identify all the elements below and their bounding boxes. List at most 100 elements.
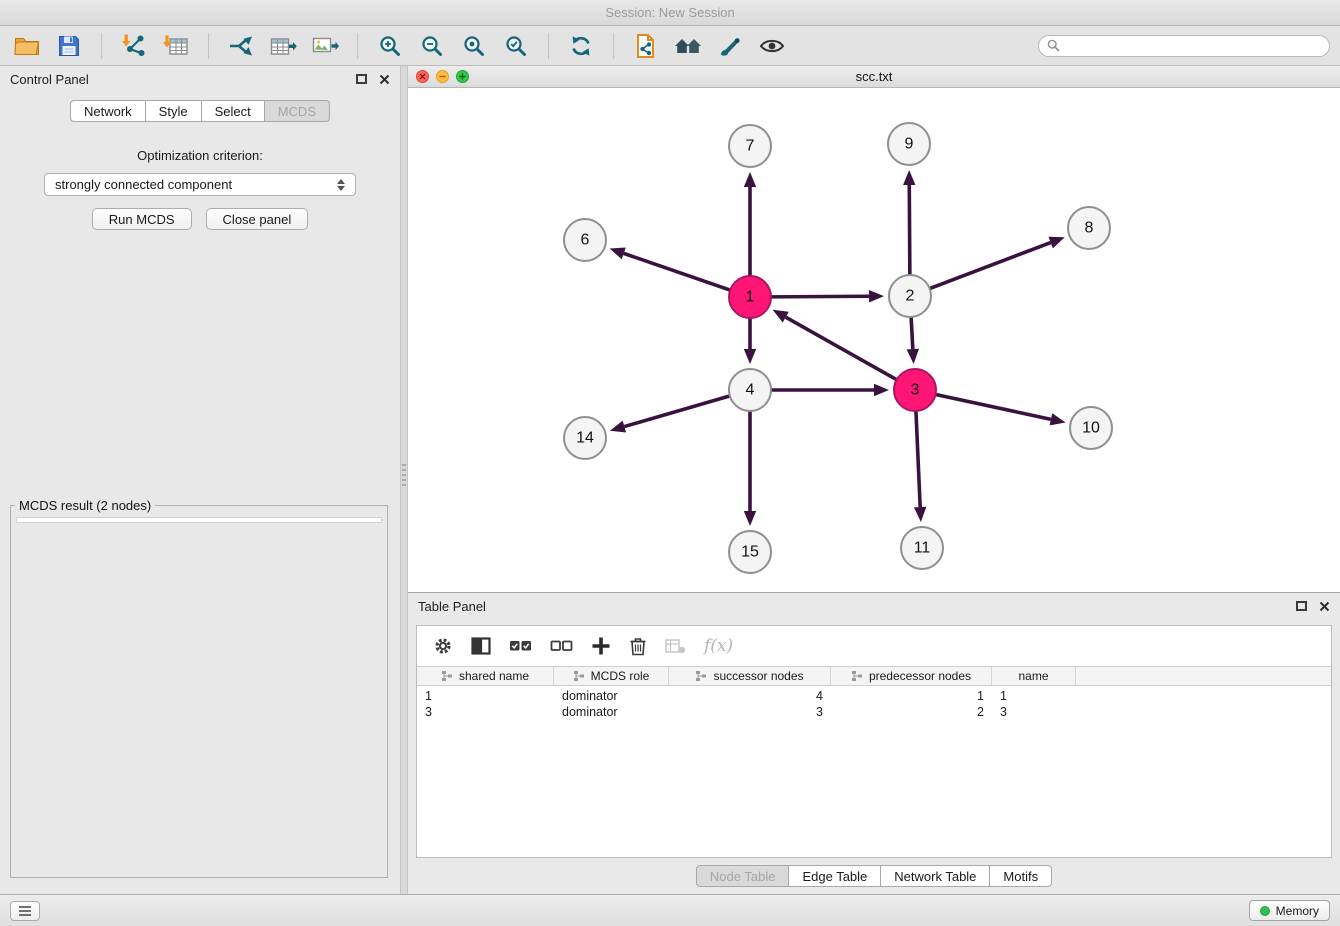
network-edge[interactable] <box>911 316 913 349</box>
table-row[interactable]: 3dominator323 <box>417 704 1331 720</box>
network-node[interactable]: 9 <box>888 123 930 165</box>
memory-button[interactable]: Memory <box>1249 900 1330 921</box>
network-node-selected[interactable]: 3 <box>894 369 936 411</box>
network-node[interactable]: 6 <box>564 219 606 261</box>
network-edge[interactable] <box>786 317 898 380</box>
network-node[interactable]: 2 <box>889 275 931 317</box>
add-column-icon[interactable] <box>591 636 611 656</box>
table-header-row: shared name MCDS role successor nodes <box>417 666 1331 686</box>
close-window-button[interactable] <box>416 70 429 83</box>
criterion-dropdown[interactable]: strongly connected component <box>44 173 356 196</box>
delete-column-icon[interactable] <box>629 636 647 656</box>
clone-network-icon <box>634 33 658 59</box>
network-edge[interactable] <box>935 394 1051 419</box>
network-edge[interactable] <box>770 296 869 297</box>
tab-network[interactable]: Network <box>70 100 146 122</box>
table-cell[interactable]: dominator <box>554 688 669 704</box>
network-edge[interactable] <box>929 243 1051 289</box>
column-header-shared-name[interactable]: shared name <box>417 667 554 685</box>
graphics-details-button[interactable] <box>755 31 789 61</box>
column-type-icon <box>573 670 585 682</box>
network-node[interactable]: 8 <box>1068 207 1110 249</box>
table-cell[interactable]: 3 <box>669 704 831 720</box>
tab-select[interactable]: Select <box>202 100 265 122</box>
window-title: Session: New Session <box>605 5 734 20</box>
tab-edge-table[interactable]: Edge Table <box>789 865 881 887</box>
run-mcds-button[interactable]: Run MCDS <box>92 208 192 230</box>
network-edge[interactable] <box>624 253 731 290</box>
mcds-result-list[interactable]: 13 <box>16 517 382 523</box>
control-panel-tabs: Network Style Select MCDS <box>0 92 400 134</box>
network-edge[interactable] <box>624 396 730 427</box>
save-session-button[interactable] <box>52 31 86 61</box>
tab-node-table[interactable]: Node Table <box>696 865 790 887</box>
close-panel-icon[interactable] <box>379 74 390 85</box>
float-panel-icon[interactable] <box>356 74 367 84</box>
network-canvas[interactable]: 7 9 6 8 1 2 4 3 14 10 15 11 <box>408 88 1340 592</box>
export-table-button[interactable] <box>266 31 300 61</box>
open-session-button[interactable] <box>10 31 44 61</box>
table-settings-gear-icon[interactable] <box>433 636 453 656</box>
clone-network-button[interactable] <box>629 31 663 61</box>
table-cell[interactable]: 1 <box>992 688 1076 704</box>
table-cell[interactable]: 1 <box>417 688 554 704</box>
select-all-icon[interactable] <box>509 639 532 653</box>
zoom-selected-button[interactable] <box>499 31 533 61</box>
minimize-window-button[interactable] <box>436 70 449 83</box>
zoom-fit-button[interactable] <box>457 31 491 61</box>
tab-motifs[interactable]: Motifs <box>990 865 1052 887</box>
network-node[interactable]: 7 <box>729 125 771 167</box>
zoom-out-button[interactable] <box>415 31 449 61</box>
column-header-mcds-role[interactable]: MCDS role <box>554 667 669 685</box>
task-history-button[interactable] <box>10 901 40 921</box>
table-cell[interactable]: 3 <box>417 704 554 720</box>
edge-arrowhead-icon <box>1048 237 1064 249</box>
import-table-button[interactable] <box>159 31 193 61</box>
import-network-button[interactable] <box>117 31 151 61</box>
search-input[interactable] <box>1065 39 1321 53</box>
network-edge[interactable] <box>916 410 920 507</box>
first-neighbors-button[interactable] <box>671 31 705 61</box>
column-header-predecessor-nodes[interactable]: predecessor nodes <box>831 667 992 685</box>
tab-mcds[interactable]: MCDS <box>265 100 330 122</box>
network-node[interactable]: 10 <box>1070 407 1112 449</box>
network-node[interactable]: 15 <box>729 531 771 573</box>
network-node[interactable]: 4 <box>729 369 771 411</box>
table-row[interactable]: 1dominator411 <box>417 688 1331 704</box>
network-node[interactable]: 14 <box>564 417 606 459</box>
deselect-all-icon[interactable] <box>550 639 573 653</box>
paint-style-button[interactable] <box>713 31 747 61</box>
dropdown-arrows-icon <box>337 179 345 191</box>
column-header-name[interactable]: name <box>992 667 1076 685</box>
export-image-button[interactable] <box>308 31 342 61</box>
splitter-grip-icon[interactable] <box>402 464 406 488</box>
table-cell[interactable]: 1 <box>831 688 992 704</box>
network-edge[interactable] <box>909 185 910 276</box>
column-header-successor-nodes[interactable]: successor nodes <box>669 667 831 685</box>
panel-splitter[interactable] <box>400 66 408 894</box>
edge-arrowhead-icon <box>744 172 756 187</box>
network-graph[interactable]: 7 9 6 8 1 2 4 3 14 10 15 11 <box>408 88 1340 592</box>
network-node[interactable]: 11 <box>901 527 943 569</box>
import-network-icon <box>121 33 147 59</box>
refresh-view-button[interactable] <box>564 31 598 61</box>
close-panel-button[interactable]: Close panel <box>206 208 309 230</box>
table-cell[interactable]: 3 <box>992 704 1076 720</box>
mcds-result-item[interactable]: 1 <box>23 520 375 523</box>
refresh-icon <box>569 34 593 58</box>
table-cell[interactable]: 2 <box>831 704 992 720</box>
delete-table-icon-disabled[interactable] <box>665 638 686 654</box>
function-builder-button[interactable]: f(x) <box>704 636 733 656</box>
float-panel-icon[interactable] <box>1296 601 1307 611</box>
close-panel-icon[interactable] <box>1319 601 1330 612</box>
tab-network-table[interactable]: Network Table <box>881 865 990 887</box>
table-cell[interactable]: dominator <box>554 704 669 720</box>
new-network-button[interactable] <box>224 31 258 61</box>
network-node-selected[interactable]: 1 <box>729 276 771 318</box>
column-label: shared name <box>459 669 529 683</box>
table-cell[interactable]: 4 <box>669 688 831 704</box>
tab-style[interactable]: Style <box>146 100 202 122</box>
show-columns-icon[interactable] <box>471 637 491 655</box>
zoom-in-button[interactable] <box>373 31 407 61</box>
maximize-window-button[interactable] <box>456 70 469 83</box>
